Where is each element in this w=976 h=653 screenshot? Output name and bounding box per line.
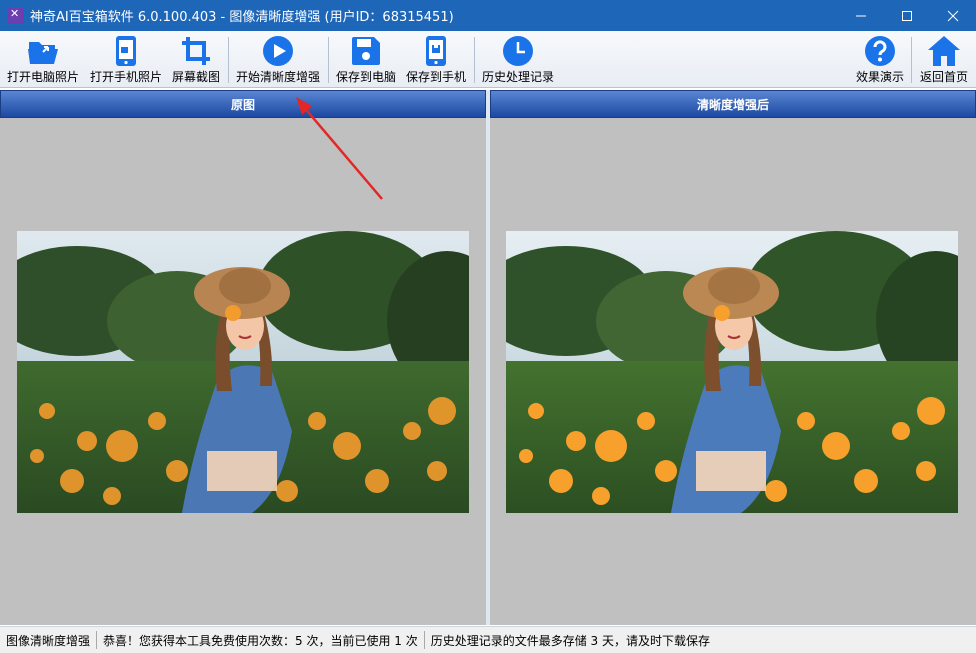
- floppy-icon: [352, 37, 380, 65]
- toolbar: 打开电脑照片 打开手机照片 屏幕截图 开始清晰度增强 保存到电脑 保存到手机 历…: [0, 31, 976, 88]
- toolbar-separator: [911, 37, 912, 83]
- status-notice: 历史处理记录的文件最多存储 3 天，请及时下载保存: [430, 633, 711, 648]
- close-button[interactable]: [930, 0, 976, 31]
- maximize-button[interactable]: [884, 0, 930, 31]
- help-icon: [865, 36, 895, 66]
- open-phone-photo-label: 打开手机照片: [90, 70, 163, 84]
- home-label: 返回首页: [920, 70, 969, 84]
- save-to-pc-button[interactable]: 保存到电脑: [336, 34, 396, 86]
- maximize-icon: [902, 10, 912, 21]
- screenshot-button[interactable]: 屏幕截图: [172, 34, 220, 86]
- history-label: 历史处理记录: [482, 70, 555, 84]
- close-icon: [947, 10, 959, 21]
- toolbar-separator: [474, 37, 475, 83]
- title-bar: 神奇AI百宝箱软件 6.0.100.403 - 图像清晰度增强 (用户ID：68…: [0, 0, 976, 31]
- enhanced-panel: 清晰度增强后: [490, 90, 976, 625]
- open-pc-photo-label: 打开电脑照片: [7, 70, 80, 84]
- window-controls: [838, 0, 976, 31]
- enhanced-panel-header: 清晰度增强后: [490, 90, 976, 118]
- app-logo-icon: [8, 7, 24, 24]
- toolbar-separator: [328, 37, 329, 83]
- original-image: [17, 231, 469, 513]
- start-enhance-label: 开始清晰度增强: [236, 70, 321, 84]
- save-to-pc-label: 保存到电脑: [336, 70, 397, 84]
- home-button[interactable]: 返回首页: [920, 34, 968, 86]
- phone-icon: [116, 36, 136, 66]
- demo-button[interactable]: 效果演示: [856, 34, 904, 86]
- save-to-phone-button[interactable]: 保存到手机: [406, 34, 466, 86]
- open-pc-photo-button[interactable]: 打开电脑照片: [7, 34, 79, 86]
- start-enhance-button[interactable]: 开始清晰度增强: [236, 34, 320, 86]
- save-to-phone-label: 保存到手机: [406, 70, 467, 84]
- original-panel-header: 原图: [0, 90, 486, 118]
- open-phone-photo-button[interactable]: 打开手机照片: [90, 34, 162, 86]
- play-icon: [263, 36, 293, 66]
- screenshot-label: 屏幕截图: [172, 70, 221, 84]
- clock-icon: [503, 36, 533, 66]
- phone-save-icon: [426, 36, 446, 66]
- status-bar: 图像清晰度增强 恭喜！您获得本工具免费使用次数：5 次，当前已使用 1 次 历史…: [0, 626, 976, 653]
- demo-label: 效果演示: [856, 70, 905, 84]
- minimize-button[interactable]: [838, 0, 884, 31]
- minimize-icon: [856, 15, 866, 16]
- toolbar-separator: [228, 37, 229, 83]
- window-title: 神奇AI百宝箱软件 6.0.100.403 - 图像清晰度增强 (用户ID：68…: [30, 10, 454, 25]
- status-usage: 恭喜！您获得本工具免费使用次数：5 次，当前已使用 1 次: [97, 631, 425, 649]
- original-panel: 原图: [0, 90, 486, 625]
- history-button[interactable]: 历史处理记录: [482, 34, 554, 86]
- folder-open-icon: [28, 42, 58, 64]
- home-icon: [928, 36, 960, 66]
- crop-icon: [182, 37, 210, 65]
- status-module: 图像清晰度增强: [0, 631, 98, 649]
- enhanced-image: [506, 231, 958, 513]
